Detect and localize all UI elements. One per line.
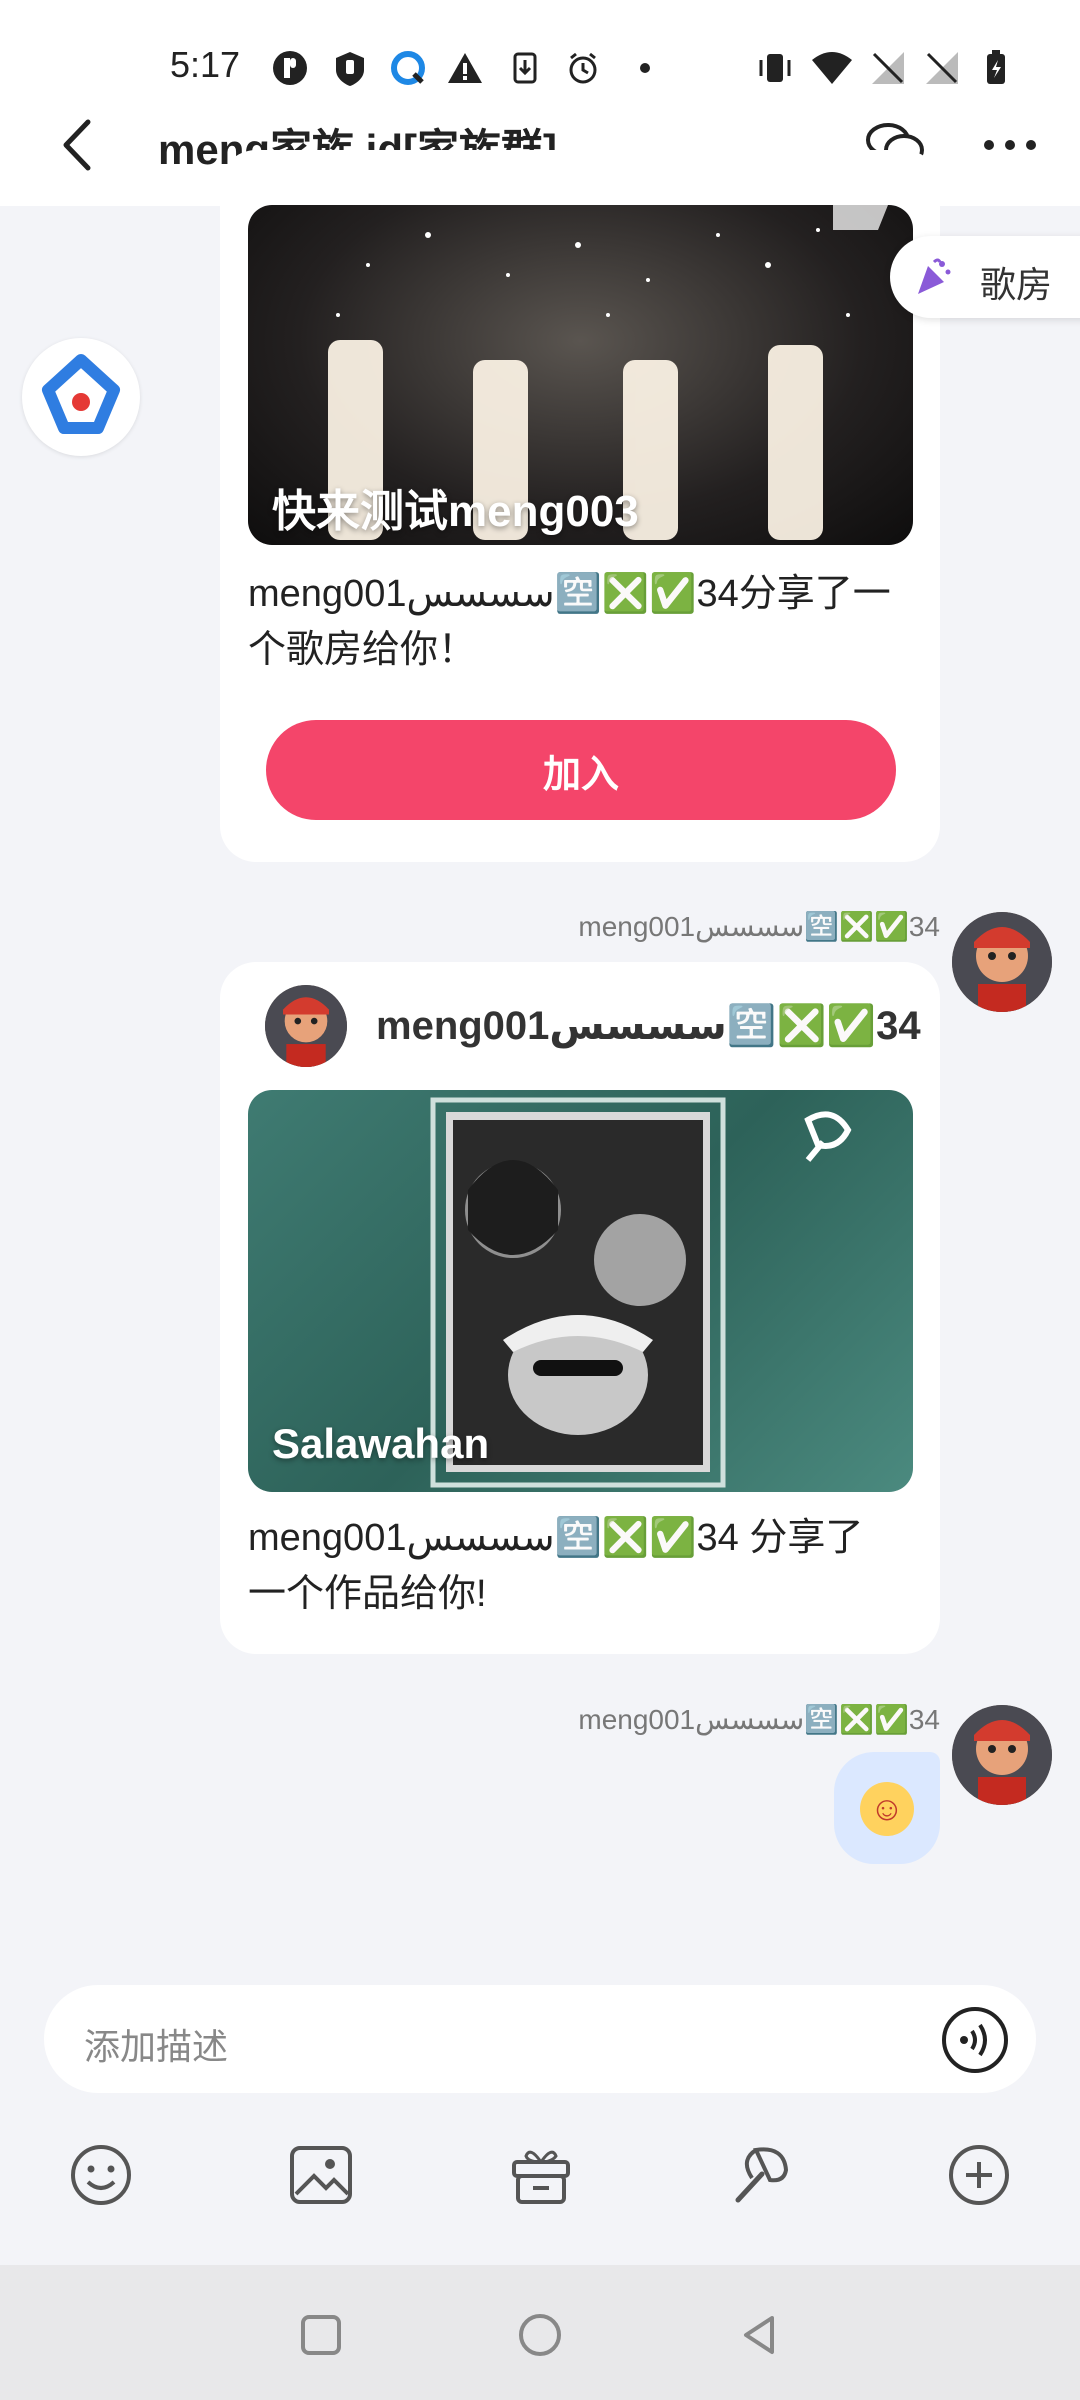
- smiley-icon[interactable]: [66, 2140, 136, 2210]
- vibrate-icon: [755, 48, 795, 88]
- smiling-emoji: ☺: [860, 1782, 914, 1836]
- user-avatar[interactable]: [952, 1705, 1052, 1805]
- no-signal-icon: [922, 48, 962, 88]
- alarm-icon: [563, 48, 603, 88]
- sing-icon[interactable]: [726, 2140, 796, 2210]
- dot-icon: [625, 48, 665, 88]
- room-cover-title: 快来测试meng003: [272, 487, 639, 536]
- plus-icon[interactable]: [944, 2140, 1014, 2210]
- work-cover-title: Salawahan: [272, 1420, 490, 1467]
- download-icon: [505, 48, 545, 88]
- singing-room-chip[interactable]: 歌房: [890, 236, 1080, 318]
- status-time: 5:17: [170, 44, 241, 85]
- sender-name: meng001سسسس🈳❎✅34: [578, 1704, 940, 1735]
- work-share-text: meng001سسسس🈳❎✅34 分享了一个作品给你!: [248, 1517, 864, 1615]
- chip-label: 歌房: [980, 264, 1053, 305]
- voice-icon[interactable]: [940, 2005, 1010, 2075]
- more-dots-icon[interactable]: [975, 110, 1045, 180]
- image-icon[interactable]: [286, 2140, 356, 2210]
- party-popper-icon: [912, 256, 954, 298]
- battery-icon: [975, 48, 1015, 88]
- shield-icon: [330, 48, 370, 88]
- wifi-icon: [810, 48, 852, 88]
- card-user-avatar: [265, 985, 347, 1067]
- back-chevron-icon[interactable]: [48, 110, 108, 180]
- card-user-name: meng001سسسس🈳❎✅34: [376, 1004, 921, 1048]
- join-button[interactable]: 加入: [266, 720, 896, 820]
- input-placeholder: 添加描述: [84, 2026, 229, 2067]
- q-icon: [388, 48, 428, 88]
- back-triangle-icon[interactable]: [734, 2310, 784, 2360]
- sender-name: meng001سسسس🈳❎✅34: [578, 911, 940, 942]
- home-icon[interactable]: [515, 2310, 565, 2360]
- app-logo-avatar[interactable]: [22, 338, 140, 456]
- room-share-text: meng001سسسس🈳❎✅34分享了一个歌房给你！: [248, 573, 891, 671]
- gift-icon[interactable]: [506, 2140, 576, 2210]
- emoji-bubble[interactable]: ☺: [834, 1752, 940, 1864]
- warning-icon: [445, 48, 485, 88]
- p-icon: [270, 48, 310, 88]
- no-signal-icon: [868, 48, 908, 88]
- recent-apps-icon[interactable]: [296, 2310, 346, 2360]
- user-avatar[interactable]: [952, 912, 1052, 1012]
